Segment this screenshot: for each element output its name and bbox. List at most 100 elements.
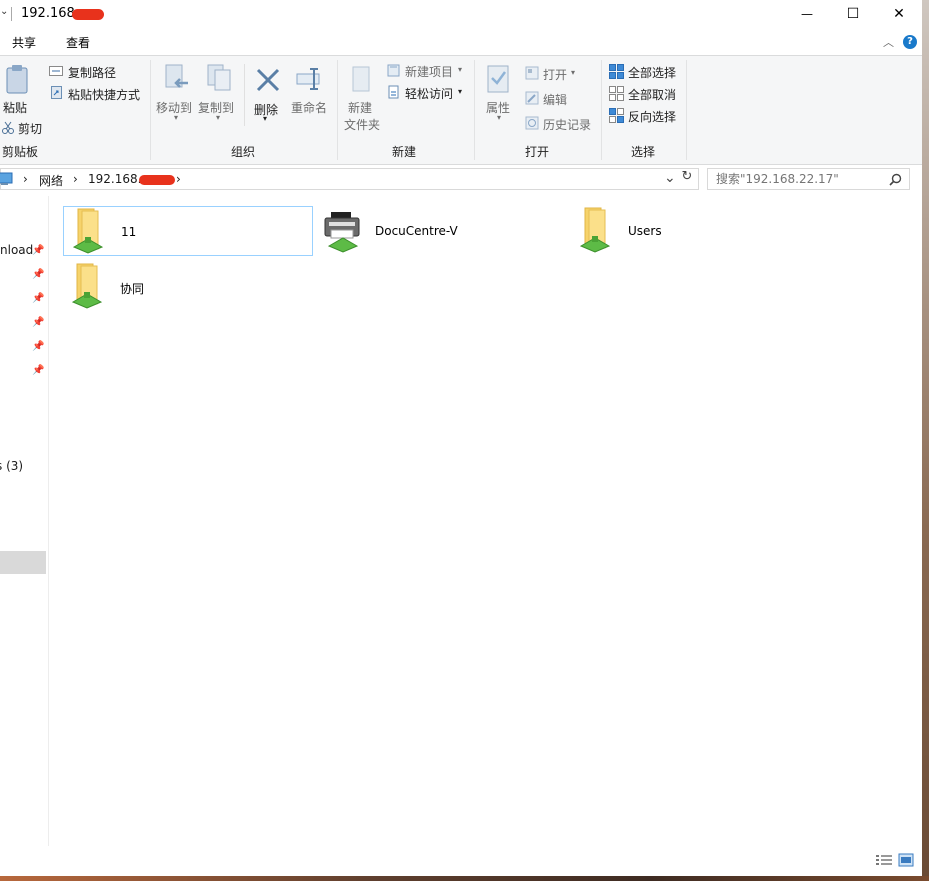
window-title: 192.168. [21,6,79,21]
item-name: 11 [121,225,137,239]
cut-icon [2,121,14,134]
easy-access-dropdown-icon: ▾ [458,87,463,96]
item-name: DocuCentre-V [375,224,458,238]
easy-access-button[interactable]: 轻松访问 [405,85,453,102]
group-new: 新建 文件夹 新建项目 ▾ 轻松访问 ▾ 新建 [338,56,474,164]
ribbon-tabs: 共享 查看 ︿ ? [0,30,922,54]
select-all-icon [609,64,624,79]
organize-divider [244,64,245,126]
open-icon [525,66,539,80]
cut-button[interactable]: 剪切 [18,120,42,137]
breadcrumb-separator: › [176,172,181,186]
breadcrumb-separator: › [23,172,28,186]
redaction-mark [72,9,104,20]
new-folder-button[interactable]: 新建 [348,99,372,116]
list-item[interactable]: Users [571,206,821,256]
close-icon: ✕ [893,6,905,22]
navigation-pane: nload 📌 📌 📌 📌 📌 📌 s (3) [0,196,49,846]
address-bar[interactable]: › 网络 › 192.168. › ⌄ [0,168,699,190]
group-open: 属性 ▾ 打开 ▾ 编辑 历史记录 打开 [475,56,601,164]
invert-selection-button[interactable]: 反向选择 [628,108,676,125]
pin-icon: 📌 [32,365,45,376]
new-folder-label-2: 文件夹 [344,118,381,132]
refresh-button[interactable]: ↻ [677,169,697,189]
copy-path-button[interactable]: 复制路径 [68,64,116,81]
rename-icon [296,68,320,90]
new-folder-icon [352,66,370,92]
copy-path-icon [49,66,63,76]
edit-button[interactable]: 编辑 [543,91,567,108]
tab-share[interactable]: 共享 [12,34,36,51]
group-label-select: 选择 [631,145,656,159]
delete-dropdown-icon: ▾ [263,114,268,123]
search-input[interactable] [716,171,886,187]
close-button[interactable]: ✕ [876,0,922,28]
group-label-clipboard: 剪贴板 [2,145,39,159]
search-box[interactable] [707,168,910,190]
edit-icon [525,91,539,105]
item-name: Users [628,224,662,238]
new-item-button[interactable]: 新建项目 [405,63,453,80]
pin-icon: 📌 [32,269,45,280]
paste-button[interactable]: 粘贴 [3,99,27,116]
quick-access-dropdown[interactable]: ⌄ [0,6,8,17]
network-folder-icon [71,263,103,309]
group-separator [686,60,687,160]
details-view-icon[interactable] [875,853,893,867]
help-icon[interactable]: ? [903,35,917,49]
refresh-icon: ↻ [681,169,693,184]
delete-icon [256,68,280,92]
large-icons-view-icon[interactable] [898,853,914,867]
network-folder-icon [579,207,611,253]
title-separator [11,7,12,21]
explorer-window: ⌄ 192.168. — ☐ ✕ 共享 查看 ︿ ? 粘贴 剪切 复制路径 粘贴… [0,0,922,876]
address-history-dropdown-icon[interactable]: ⌄ [664,170,676,186]
maximize-button[interactable]: ☐ [830,0,876,28]
network-computer-icon [0,172,13,185]
desktop-background [922,0,929,881]
select-none-button[interactable]: 全部取消 [628,86,676,103]
new-item-dropdown-icon: ▾ [458,65,463,74]
group-clipboard: 粘贴 剪切 复制路径 粘贴快捷方式 剪贴板 [0,56,150,164]
paste-shortcut-button[interactable]: 粘贴快捷方式 [68,86,140,103]
rename-button[interactable]: 重命名 [291,99,327,116]
history-button[interactable]: 历史记录 [543,116,591,133]
file-list: 11 DocuCentre-V Users 协同 [49,196,922,846]
nav-item-selected[interactable] [0,551,46,574]
select-none-icon [609,86,624,101]
move-to-icon [165,64,188,88]
group-organize: 移动到 ▾ 复制到 ▾ 删除 ▾ 重命名 组织 [151,56,337,164]
search-icon[interactable] [889,173,902,186]
history-icon [525,116,539,130]
list-item[interactable]: DocuCentre-V [317,206,567,256]
copy-to-dropdown-icon: ▾ [216,113,221,122]
copy-to-icon [207,64,231,91]
redaction-mark [139,175,175,185]
open-button[interactable]: 打开 [543,66,567,83]
collapse-ribbon-icon[interactable]: ︿ [883,34,894,50]
desktop-background [0,876,929,881]
list-item[interactable]: 协同 [63,262,313,312]
pin-icon: 📌 [32,293,45,304]
nav-item-download[interactable]: nload [0,243,33,257]
invert-selection-icon [609,108,624,123]
breadcrumb-separator: › [73,172,78,186]
nav-item-group[interactable]: s (3) [0,459,23,473]
open-dropdown-icon: ▾ [571,68,576,77]
tab-view[interactable]: 查看 [66,34,90,51]
list-item[interactable]: 11 [63,206,313,256]
network-printer-icon [324,212,360,253]
minimize-button[interactable]: — [784,0,830,28]
easy-access-icon [388,85,399,99]
paste-shortcut-icon [51,86,62,99]
select-all-button[interactable]: 全部选择 [628,64,676,81]
breadcrumb-host[interactable]: 192.168. [88,172,141,186]
paste-icon [6,65,28,94]
group-label-new: 新建 [392,145,417,159]
group-select: 全部选择 全部取消 反向选择 选择 [602,56,686,164]
move-to-dropdown-icon: ▾ [174,113,179,122]
pin-icon: 📌 [32,245,45,256]
breadcrumb-network[interactable]: 网络 [39,172,63,189]
pin-icon: 📌 [32,341,45,352]
group-label-organize: 组织 [231,145,256,159]
